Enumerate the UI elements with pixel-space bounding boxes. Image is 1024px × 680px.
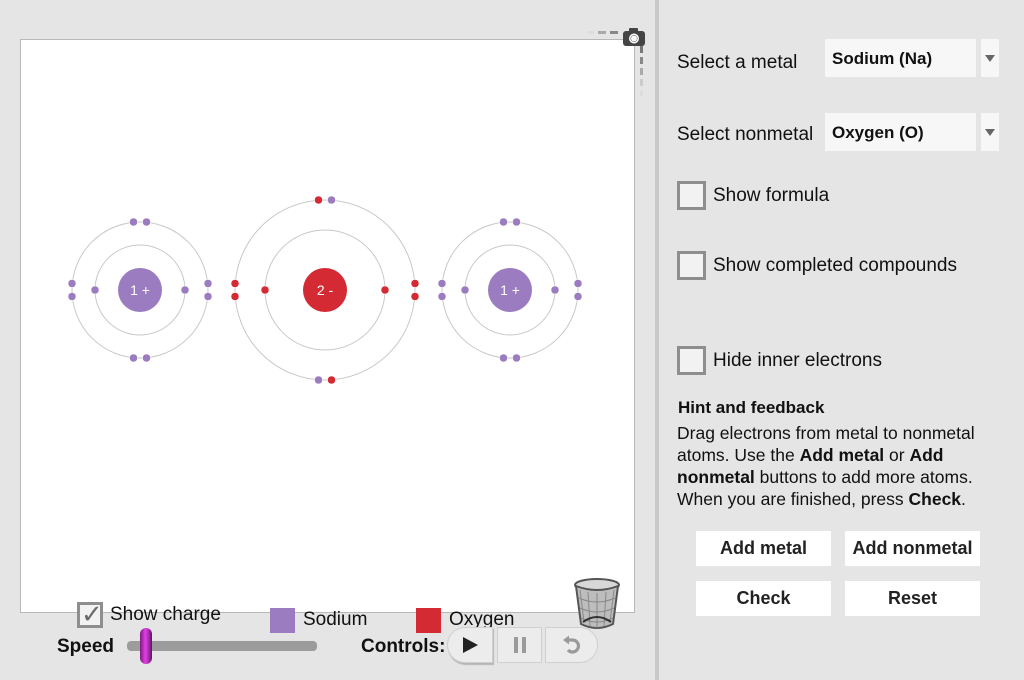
electron[interactable] (410, 279, 420, 288)
controls-label: Controls: (361, 636, 446, 657)
electron[interactable] (142, 353, 151, 363)
nonmetal-select[interactable]: Oxygen (O) (825, 113, 976, 151)
electron[interactable] (314, 195, 323, 205)
show-formula-label: Show formula (713, 184, 830, 206)
electron[interactable] (550, 285, 560, 295)
legend-label-sodium: Sodium (303, 609, 368, 630)
undo-icon (562, 635, 580, 654)
reset-button[interactable]: Reset (845, 581, 980, 616)
simulation-stage[interactable]: 1 +2 -1 + ✓ Show charge Sodium Oxygen (20, 39, 636, 633)
legend-item-sodium: Sodium (270, 605, 367, 635)
panel-divider (655, 0, 659, 680)
speed-label: Speed (57, 636, 115, 657)
charge-label: 2 - (317, 282, 334, 298)
electron[interactable] (499, 217, 508, 227)
camera-icon[interactable] (622, 27, 646, 47)
pause-button[interactable] (497, 627, 542, 663)
show-completed-compounds-toggle[interactable]: Show completed compounds (677, 251, 957, 280)
play-button[interactable] (447, 627, 493, 663)
electron[interactable] (203, 292, 213, 301)
hint-text: Drag electrons from metal to nonmetal at… (677, 422, 1017, 510)
hide-inner-electrons-label: Hide inner electrons (713, 349, 882, 371)
electron[interactable] (499, 353, 508, 363)
show-charge-label: Show charge (110, 604, 221, 625)
atoms-canvas[interactable]: 1 + 2 - 1 + (21, 40, 636, 614)
electron[interactable] (573, 292, 583, 301)
electron[interactable] (90, 285, 100, 295)
add-nonmetal-button[interactable]: Add nonmetal (845, 531, 980, 566)
nonmetal-select-chevron-down-icon[interactable] (981, 113, 999, 151)
add-metal-button[interactable]: Add metal (696, 531, 831, 566)
legend-swatch-sodium (270, 607, 295, 633)
electron[interactable] (410, 292, 420, 301)
electron[interactable] (129, 217, 138, 227)
hint-text-segment: or (884, 445, 910, 465)
speed-slider-track[interactable] (127, 641, 317, 651)
show-completed-compounds-checkbox[interactable] (677, 251, 706, 280)
show-charge-checkbox[interactable]: ✓ (77, 599, 103, 629)
hint-keyword: Check (908, 489, 962, 509)
checkmark-icon: ✓ (81, 599, 103, 629)
electron[interactable] (327, 195, 336, 205)
electron[interactable] (180, 285, 190, 295)
hide-inner-electrons-checkbox[interactable] (677, 346, 706, 375)
electron[interactable] (314, 375, 323, 385)
hint-text-segment: . (961, 489, 966, 509)
hint-keyword: Add metal (799, 445, 885, 465)
show-charge-toggle[interactable]: ✓ Show charge (77, 600, 221, 630)
atom-oxygen[interactable]: 2 - (230, 195, 420, 385)
atom-sodium[interactable]: 1 + (437, 217, 583, 363)
check-button[interactable]: Check (696, 581, 831, 616)
play-icon (463, 637, 478, 653)
hide-inner-electrons-toggle[interactable]: Hide inner electrons (677, 346, 882, 375)
electron[interactable] (512, 353, 521, 363)
trash-icon[interactable] (571, 576, 623, 632)
rewind-button[interactable] (545, 627, 598, 663)
show-formula-toggle[interactable]: Show formula (677, 181, 829, 210)
electron[interactable] (327, 375, 336, 385)
speed-slider-thumb[interactable] (140, 628, 152, 664)
electron[interactable] (230, 292, 240, 301)
show-completed-compounds-label: Show completed compounds (713, 254, 957, 276)
hint-title: Hint and feedback (678, 398, 825, 417)
electron[interactable] (437, 292, 447, 301)
metal-select[interactable]: Sodium (Na) (825, 39, 976, 77)
electron[interactable] (67, 292, 77, 301)
electron[interactable] (142, 217, 151, 227)
charge-label: 1 + (130, 282, 150, 298)
electron[interactable] (437, 279, 447, 288)
legend-swatch-oxygen (416, 607, 441, 633)
electron[interactable] (260, 285, 270, 295)
electron[interactable] (512, 217, 521, 227)
show-formula-checkbox[interactable] (677, 181, 706, 210)
electron[interactable] (230, 279, 240, 288)
electron[interactable] (203, 279, 213, 288)
electron[interactable] (573, 279, 583, 288)
electron[interactable] (460, 285, 470, 295)
select-nonmetal-label: Select nonmetal (677, 124, 814, 145)
atom-sodium[interactable]: 1 + (67, 217, 213, 363)
electron[interactable] (380, 285, 390, 295)
select-metal-label: Select a metal (677, 52, 798, 73)
electron[interactable] (67, 279, 77, 288)
pause-icon (513, 637, 526, 653)
resize-handle-top[interactable] (588, 31, 620, 34)
resize-handle-right[interactable] (640, 46, 643, 96)
metal-select-chevron-down-icon[interactable] (981, 39, 999, 77)
charge-label: 1 + (500, 282, 520, 298)
electron[interactable] (129, 353, 138, 363)
